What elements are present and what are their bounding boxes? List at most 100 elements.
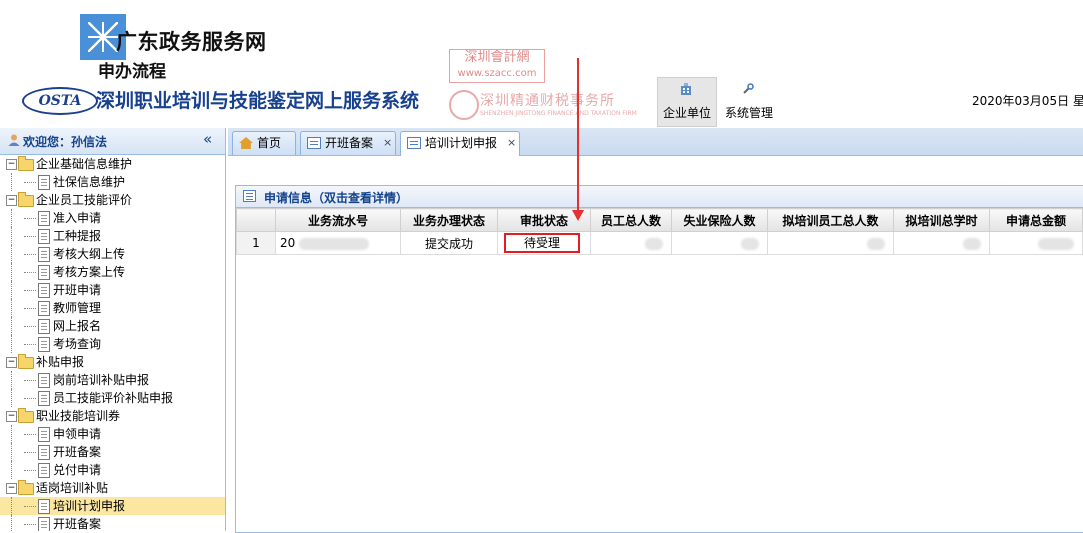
tree-branch-line [24, 182, 36, 183]
unemployment-count-cell [671, 231, 768, 255]
tree-branch-line [24, 308, 36, 309]
panel-header: 申请信息（双击查看详情） [236, 186, 1083, 208]
tab-0[interactable]: 首页 [232, 131, 296, 155]
tab-bar: 首页 开班备案 × 培训计划申报 × [228, 128, 1083, 156]
tree-branch-line [24, 272, 36, 273]
sidebar-item[interactable]: 工种提报 [0, 227, 225, 245]
trainee-count-cell [767, 231, 894, 255]
tree-guide-line [11, 443, 12, 461]
watermark-box-main: 深圳會計網 [464, 50, 530, 65]
document-icon [38, 427, 50, 442]
sidebar-item-label: 岗前培训补贴申报 [53, 373, 150, 387]
sidebar-category[interactable]: − 企业基础信息维护 [0, 155, 225, 173]
sidebar-item[interactable]: 准入申请 [0, 209, 225, 227]
folder-icon [18, 192, 34, 207]
sidebar-item[interactable]: 员工技能评价补贴申报 [0, 389, 225, 407]
tree-branch-line [24, 470, 36, 471]
tree-branch-line [24, 452, 36, 453]
sidebar-category[interactable]: − 职业技能培训券 [0, 407, 225, 425]
watermark-subtext: SHENZHEN JINGTONG FINANCE AND TAXATION F… [480, 110, 637, 117]
panel-title: 申请信息（双击查看详情） [264, 191, 409, 205]
document-icon [38, 211, 50, 226]
serial-number-cell: 20 [275, 231, 401, 255]
business-status-cell: 提交成功 [400, 231, 498, 255]
collapse-toggle-icon[interactable]: − [6, 195, 17, 206]
column-header-employee-count[interactable]: 员工总人数 [590, 208, 672, 232]
column-header-unemployment-count[interactable]: 失业保险人数 [671, 208, 768, 232]
redacted-mark [645, 237, 663, 250]
sidebar-item[interactable]: 兑付申请 [0, 461, 225, 479]
tree-guide-line [11, 263, 12, 281]
document-icon [38, 283, 50, 298]
site-title: 广东政务服务网 [116, 30, 267, 54]
collapse-toggle-icon[interactable]: − [6, 483, 17, 494]
application-table: 业务流水号 业务办理状态 审批状态 员工总人数 失业保险人数 拟培训员工总人数 … [236, 208, 1083, 255]
close-tab-icon[interactable]: × [507, 132, 516, 154]
tree-branch-line [24, 218, 36, 219]
column-header-trainee-count[interactable]: 拟培训员工总人数 [767, 208, 894, 232]
tree-guide-line [11, 245, 12, 263]
tree-branch-line [24, 290, 36, 291]
column-header-business-status[interactable]: 业务办理状态 [400, 208, 498, 232]
document-icon [38, 265, 50, 280]
folder-icon [18, 156, 34, 171]
sidebar-item[interactable]: 培训计划申报 [0, 497, 225, 515]
column-header-total-hours[interactable]: 拟培训总学时 [893, 208, 990, 232]
sidebar-category-label: 企业员工技能评价 [36, 193, 133, 207]
sidebar-item[interactable]: 开班申请 [0, 281, 225, 299]
tree-guide-line [11, 371, 12, 389]
sidebar-item-label: 社保信息维护 [53, 175, 126, 189]
table-header-row: 业务流水号 业务办理状态 审批状态 员工总人数 失业保险人数 拟培训员工总人数 … [236, 208, 1083, 232]
column-header-index [236, 208, 276, 232]
close-tab-icon[interactable]: × [383, 132, 392, 154]
document-icon [38, 463, 50, 478]
document-icon [38, 445, 50, 460]
sidebar-category[interactable]: − 企业员工技能评价 [0, 191, 225, 209]
total-amount-cell [989, 231, 1083, 255]
sidebar-item[interactable]: 网上报名 [0, 317, 225, 335]
collapse-toggle-icon[interactable]: − [6, 159, 17, 170]
home-icon [239, 137, 253, 149]
tree-guide-line [11, 515, 12, 531]
sidebar-item[interactable]: 考场查询 [0, 335, 225, 353]
tree-guide-line [11, 281, 12, 299]
column-header-serial[interactable]: 业务流水号 [275, 208, 401, 232]
sidebar-item[interactable]: 开班备案 [0, 443, 225, 461]
collapse-toggle-icon[interactable]: − [6, 357, 17, 368]
nav-enterprise-label: 企业单位 [662, 106, 711, 120]
sidebar-item[interactable]: 考核大纲上传 [0, 245, 225, 263]
collapse-sidebar-button[interactable]: « [203, 130, 212, 148]
nav-system[interactable]: 系统管理 [720, 80, 778, 124]
document-icon [38, 499, 50, 514]
table-row[interactable]: 1 20 提交成功 待受理 [236, 231, 1083, 255]
sidebar-item-label: 工种提报 [53, 229, 102, 243]
folder-icon [18, 408, 34, 423]
sidebar-item[interactable]: 教师管理 [0, 299, 225, 317]
menu-tree: − 企业基础信息维护社保信息维护 − 企业员工技能评价准入申请工种提报考核大纲上传 考核… [0, 155, 225, 531]
sidebar-item[interactable]: 社保信息维护 [0, 173, 225, 191]
redacted-mark [741, 237, 759, 250]
sidebar-item[interactable]: 岗前培训补贴申报 [0, 371, 225, 389]
document-icon [38, 391, 50, 406]
sidebar-item[interactable]: 申领申请 [0, 425, 225, 443]
sidebar-category[interactable]: − 补贴申报 [0, 353, 225, 371]
tab-1[interactable]: 开班备案 × [300, 131, 396, 155]
nav-system-label: 系统管理 [724, 106, 773, 120]
user-icon [8, 134, 20, 146]
document-icon [38, 373, 50, 388]
sidebar-category-label: 补贴申报 [36, 355, 85, 369]
tab-2[interactable]: 培训计划申报 × [400, 131, 520, 156]
sidebar-item[interactable]: 开班备案 [0, 515, 225, 531]
collapse-toggle-icon[interactable]: − [6, 411, 17, 422]
column-header-total-amount[interactable]: 申请总金额 [989, 208, 1083, 232]
sidebar-category[interactable]: − 适岗培训补贴 [0, 479, 225, 497]
sidebar-header: 欢迎您：孙信法 « [0, 128, 225, 155]
form-icon [407, 137, 421, 149]
sidebar-item[interactable]: 考核方案上传 [0, 263, 225, 281]
nav-enterprise[interactable]: 企业单位 [657, 77, 717, 127]
serial-number: 20 [280, 236, 296, 250]
redacted-mark [867, 237, 885, 250]
sidebar-item-label: 网上报名 [53, 319, 102, 333]
annotation-arrow-head [572, 210, 584, 221]
document-icon [38, 517, 50, 531]
